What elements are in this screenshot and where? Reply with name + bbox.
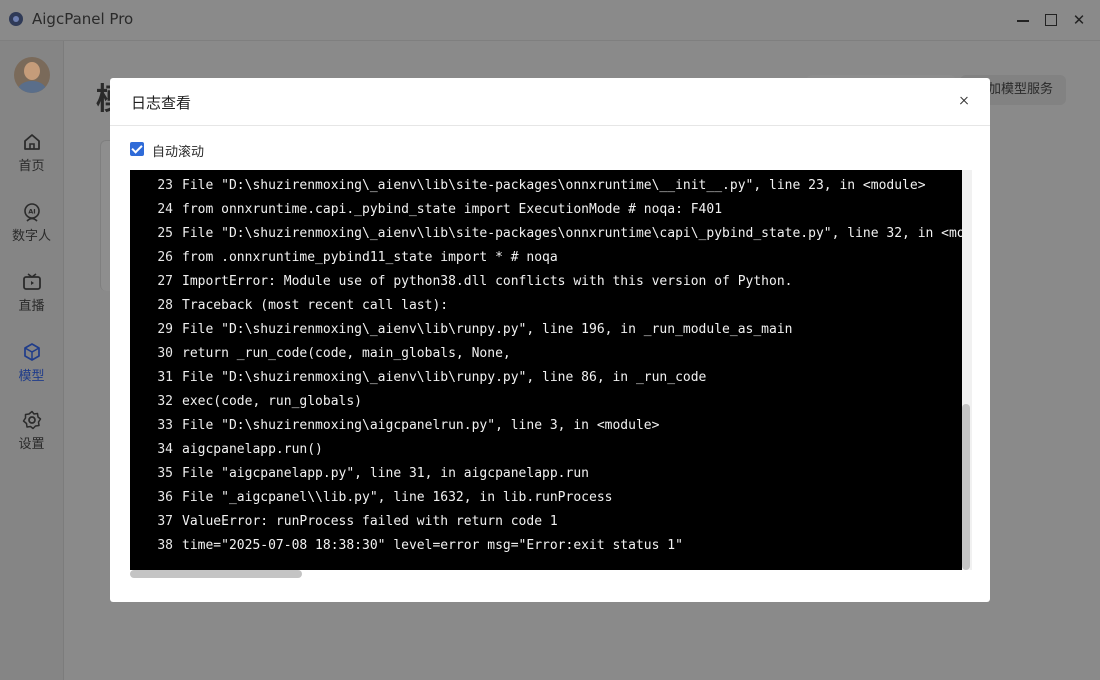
maximize-icon[interactable] (1040, 9, 1062, 31)
log-line-number: 23 (157, 178, 173, 193)
log-line: 23 File "D:\shuzirenmoxing\_aienv\lib\sit… (130, 174, 962, 198)
log-line-text: File "D:\shuzirenmoxing\_aienv\lib\runpy… (182, 370, 707, 385)
sidebar-item-home[interactable]: 首页 (0, 131, 63, 187)
avatar[interactable] (14, 57, 50, 93)
home-icon (23, 134, 40, 150)
log-line-number: 26 (157, 250, 173, 265)
log-line: 28 Traceback (most recent call last): (130, 294, 962, 318)
log-line-text: exec(code, run_globals) (182, 394, 363, 409)
gear-icon (22, 410, 41, 430)
log-line: 25 File "D:\shuzirenmoxing\_aienv\lib\sit… (130, 222, 962, 246)
log-line-number: 36 (157, 490, 173, 505)
log-lines: 23 File "D:\shuzirenmoxing\_aienv\lib\sit… (130, 174, 962, 558)
dialog-title: 日志查看 (131, 94, 192, 112)
autoscroll-checkbox[interactable] (130, 142, 144, 156)
log-line-text: from .onnxruntime_pybind11_state import … (182, 250, 558, 265)
sidebar-item-models[interactable]: 模型 (0, 341, 63, 397)
sidebar-item-label: 首页 (18, 159, 45, 174)
log-output[interactable]: 23 File "D:\shuzirenmoxing\_aienv\lib\sit… (130, 170, 962, 570)
log-line-text: ValueError: runProcess failed with retur… (182, 514, 558, 529)
log-line-number: 33 (157, 418, 173, 433)
log-line-number: 27 (157, 274, 173, 289)
log-line-text: aigcpanelapp.run() (182, 442, 323, 457)
sidebar-item-live[interactable]: 直播 (0, 271, 63, 327)
log-line: 38 time="2025-07-08 18:38:30" level=error… (130, 534, 962, 558)
minimize-icon[interactable] (1012, 9, 1034, 31)
log-line-text: Traceback (most recent call last): (182, 298, 449, 313)
log-line: 30 return _run_code(code, main_globals, N… (130, 342, 962, 366)
log-line: 34 aigcpanelapp.run() (130, 438, 962, 462)
log-line-text: from onnxruntime.capi._pybind_state impo… (182, 202, 723, 217)
log-line-text: File "D:\shuzirenmoxing\aigcpanelrun.py"… (182, 418, 660, 433)
autoscroll-label: 自动滚动 (152, 145, 205, 160)
log-line-text: File "aigcpanelapp.py", line 31, in aigc… (182, 466, 589, 481)
log-line-number: 32 (157, 394, 173, 409)
log-line-text: File "D:\shuzirenmoxing\_aienv\lib\runpy… (182, 322, 793, 337)
log-line-text: File "D:\shuzirenmoxing\_aienv\lib\site-… (182, 226, 962, 241)
log-line: 26 from .onnxruntime_pybind11_state impor… (130, 246, 962, 270)
log-line-text: return _run_code(code, main_globals, Non… (182, 346, 511, 361)
log-line: 31 File "D:\shuzirenmoxing\_aienv\lib\run… (130, 366, 962, 390)
log-line-text: time="2025-07-08 18:38:30" level=error m… (182, 538, 683, 553)
sidebar-item-label: 模型 (18, 369, 45, 384)
log-line-number: 24 (157, 202, 173, 217)
log-line-number: 28 (157, 298, 173, 313)
log-line: 35 File "aigcpanelapp.py", line 31, in ai… (130, 462, 962, 486)
log-line: 36 File "_aigcpanel\\lib.py", line 1632, … (130, 486, 962, 510)
log-line: 29 File "D:\shuzirenmoxing\_aienv\lib\run… (130, 318, 962, 342)
log-line: 27 ImportError: Module use of python38.dl… (130, 270, 962, 294)
log-line: 24 from onnxruntime.capi._pybind_state im… (130, 198, 962, 222)
log-vertical-scroll-thumb[interactable] (962, 404, 970, 570)
log-line-number: 29 (157, 322, 173, 337)
log-line: 33 File "D:\shuzirenmoxing\aigcpanelrun.p… (130, 414, 962, 438)
app-title: AigcPanel Pro (32, 10, 134, 28)
log-line: 32 exec(code, run_globals) (130, 390, 962, 414)
sidebar-item-label: 数字人 (11, 229, 51, 244)
log-line: 37 ValueError: runProcess failed with ret… (130, 510, 962, 534)
log-line-number: 37 (157, 514, 173, 529)
cube-icon (23, 343, 40, 361)
sidebar-item-settings[interactable]: 设置 (0, 409, 63, 465)
log-line-text: ImportError: Module use of python38.dll … (182, 274, 793, 289)
sidebar: 首页 AI 数字人 直播 模型 设置 (0, 41, 64, 680)
log-line-number: 34 (157, 442, 173, 457)
ai-avatar-icon: AI (23, 203, 40, 222)
close-icon[interactable]: ✕ (1068, 9, 1090, 31)
log-line-text: File "_aigcpanel\\lib.py", line 1632, in… (182, 490, 613, 505)
log-line-number: 31 (157, 370, 173, 385)
sidebar-item-digital-human[interactable]: AI 数字人 (0, 201, 63, 257)
log-line-number: 30 (157, 346, 173, 361)
log-line-number: 35 (157, 466, 173, 481)
log-line-text: File "D:\shuzirenmoxing\_aienv\lib\site-… (182, 178, 926, 193)
log-line-number: 25 (157, 226, 173, 241)
sidebar-item-label: 设置 (18, 437, 45, 452)
dialog-header: 日志查看 (110, 78, 990, 126)
tv-icon (22, 273, 41, 290)
log-horizontal-scroll-thumb[interactable] (130, 570, 302, 578)
dialog-close-icon[interactable] (955, 92, 973, 110)
log-line-number: 38 (157, 538, 173, 553)
svg-text:AI: AI (28, 208, 35, 216)
title-bar: AigcPanel Pro ✕ (0, 0, 1100, 41)
app-logo-icon (9, 12, 23, 26)
sidebar-item-label: 直播 (18, 299, 45, 314)
